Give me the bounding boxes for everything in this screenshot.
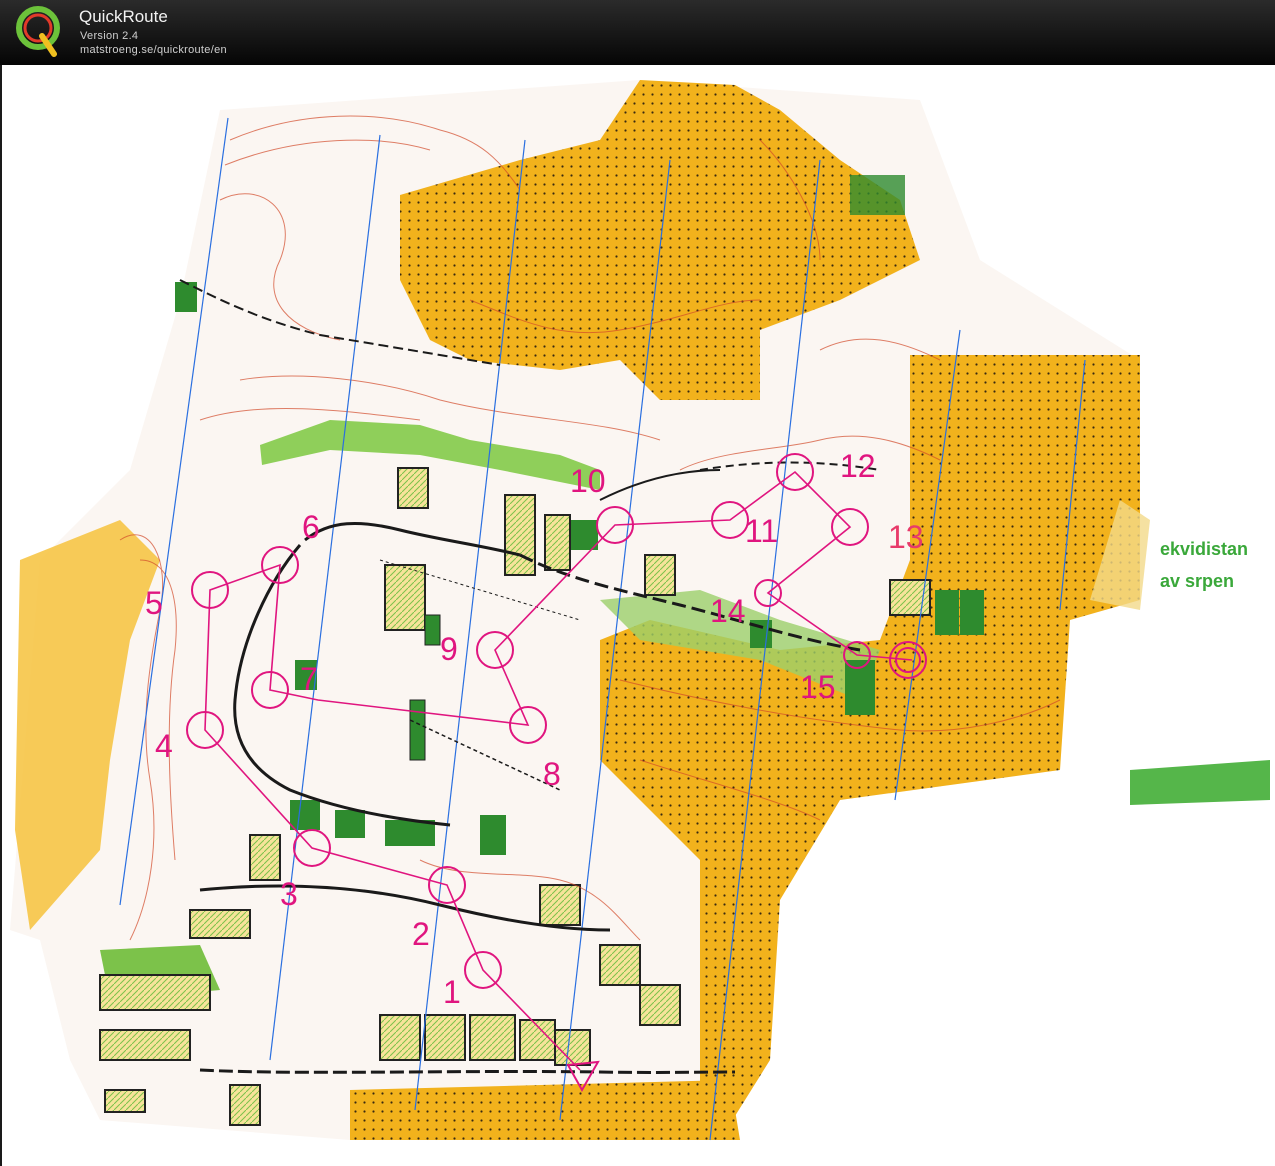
app-title: QuickRoute [79, 7, 168, 26]
app-url[interactable]: matstroeng.se/quickroute/en [80, 44, 227, 56]
control-number-4: 4 [155, 728, 173, 764]
control-number-3: 3 [280, 876, 298, 912]
control-number-13: 13 [888, 519, 924, 555]
control-number-2: 2 [412, 916, 430, 952]
control-number-1: 1 [443, 974, 461, 1010]
control-number-6: 6 [302, 509, 320, 545]
legend-scrap: ekvidistan av srpen [1160, 539, 1248, 591]
legend-line-1: ekvidistan [1160, 539, 1248, 559]
control-number-8: 8 [543, 756, 561, 792]
control-number-5: 5 [145, 585, 163, 621]
quickroute-logo-icon [16, 6, 60, 57]
title-bar: QuickRoute Version 2.4 matstroeng.se/qui… [0, 0, 1275, 65]
control-number-9: 9 [440, 631, 458, 667]
control-number-11: 11 [745, 513, 778, 549]
control-number-14: 14 [710, 593, 746, 629]
legend-line-2: av srpen [1160, 571, 1234, 591]
app-version: Version 2.4 [80, 30, 139, 42]
control-number-7: 7 [300, 661, 318, 697]
orienteering-map[interactable]: 1 2 3 4 5 6 7 8 9 10 11 12 13 14 15 ekvi… [0, 65, 1275, 1166]
control-number-15: 15 [800, 669, 836, 705]
control-number-10: 10 [570, 463, 606, 499]
control-number-12: 12 [840, 448, 876, 484]
